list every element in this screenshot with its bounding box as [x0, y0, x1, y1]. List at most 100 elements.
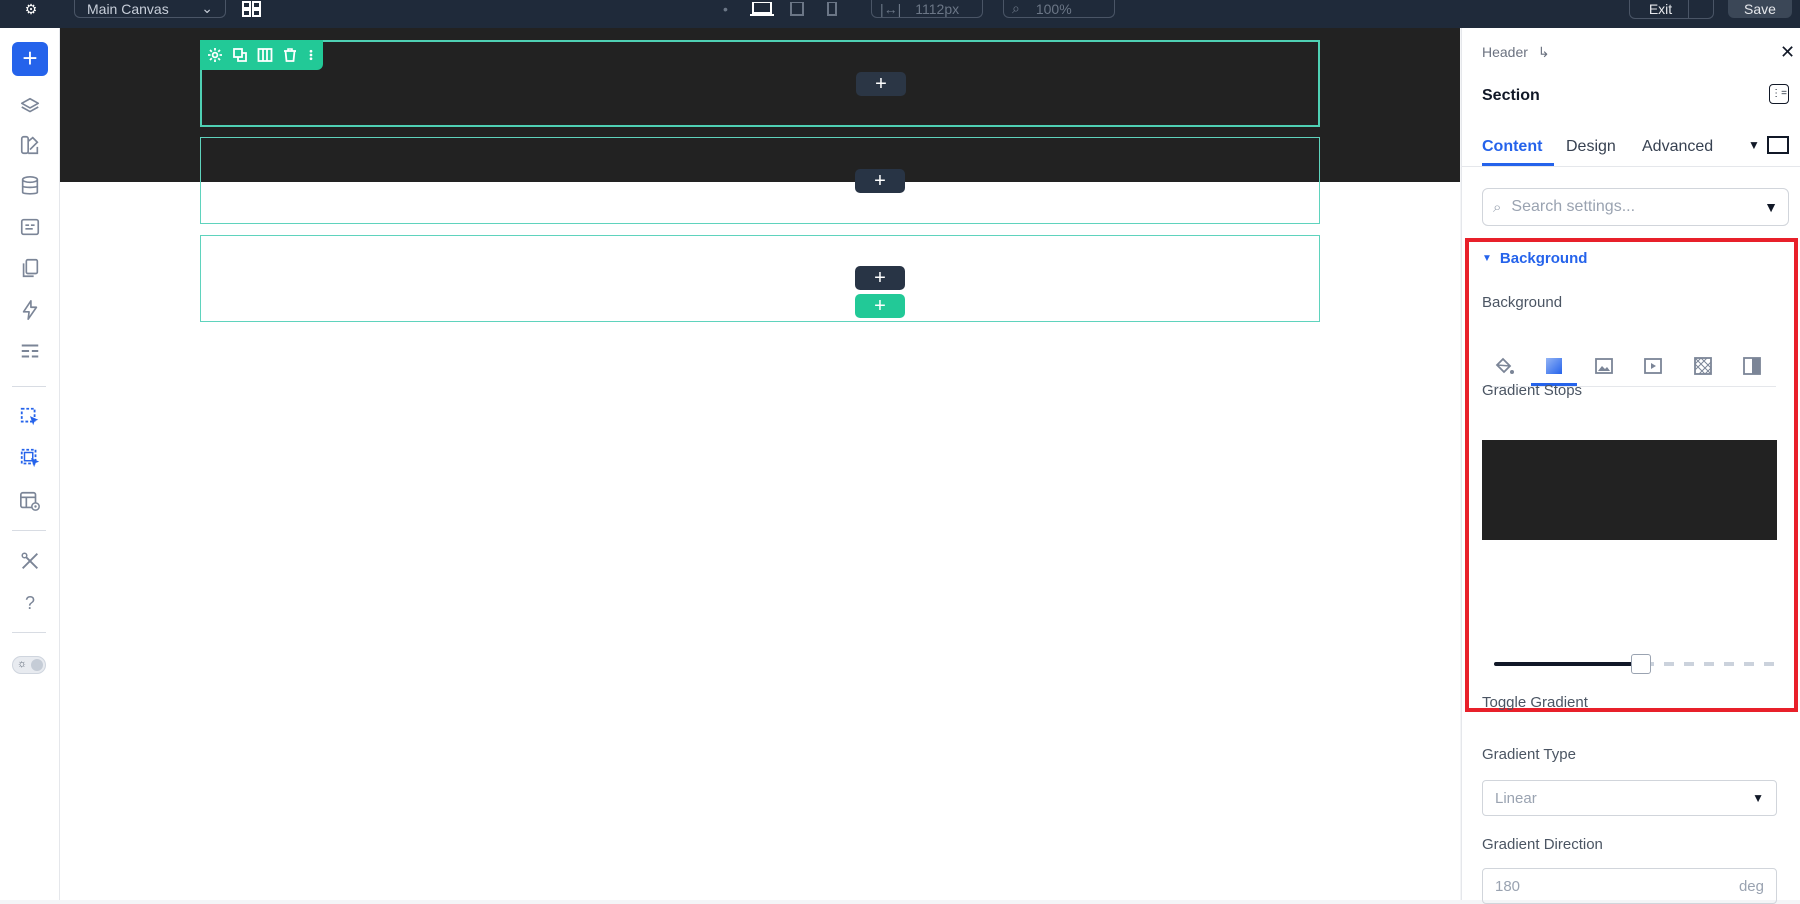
sections-list-icon[interactable]	[17, 338, 43, 364]
gradient-icon[interactable]	[1540, 352, 1568, 380]
desktop-view-icon[interactable]	[750, 0, 774, 18]
left-sidebar: + ? ☼	[0, 28, 60, 900]
canvas-width-input[interactable]: |↔| 1112px	[871, 0, 983, 18]
sidebar-divider	[12, 632, 46, 633]
lightning-icon[interactable]	[17, 297, 43, 323]
exit-button[interactable]: Exit	[1629, 0, 1714, 19]
palette-icon[interactable]	[17, 132, 43, 158]
exit-label: Exit	[1648, 1, 1673, 17]
triangle-down-icon: ▼	[1482, 253, 1492, 264]
gradient-direction-unit: deg	[1738, 877, 1764, 895]
more-vertical-icon[interactable]	[305, 45, 317, 65]
zoom-value: 100%	[1035, 0, 1072, 17]
state-square-icon[interactable]	[1767, 136, 1789, 154]
sidebar-divider	[12, 530, 46, 531]
gradient-direction-input[interactable]: 180 deg	[1482, 868, 1777, 904]
image-icon[interactable]	[1590, 352, 1618, 380]
form-icon[interactable]	[17, 214, 43, 240]
color-fill-icon[interactable]	[1490, 352, 1518, 380]
search-input[interactable]	[1509, 197, 1744, 217]
grid-layout-icon[interactable]	[240, 0, 264, 18]
add-section-button[interactable]: +	[855, 294, 905, 318]
slider-dash	[1744, 662, 1754, 666]
add-block-button[interactable]: +	[855, 266, 905, 290]
panel-tabs: Content Design Advanced ▼	[1462, 126, 1800, 167]
dot-icon: •	[723, 1, 728, 17]
sidebar-divider	[12, 386, 46, 387]
zoom-input[interactable]: ⌕ 100%	[1003, 0, 1115, 18]
section-block[interactable]: +	[200, 137, 1320, 224]
filter-icon[interactable]: ▼	[1764, 199, 1778, 215]
trash-icon[interactable]	[280, 45, 300, 65]
tab-content[interactable]: Content	[1482, 126, 1554, 166]
gradient-preview[interactable]	[1482, 440, 1777, 540]
theme-toggle[interactable]: ☼	[12, 656, 46, 674]
close-icon[interactable]: ✕	[1780, 42, 1795, 63]
background-label: Background	[1482, 294, 1563, 311]
gradient-slider-track[interactable]	[1494, 662, 1635, 666]
slider-dash	[1704, 662, 1714, 666]
background-group-label: Background	[1499, 250, 1588, 267]
canvas-select-value: Main Canvas	[87, 0, 169, 17]
mobile-view-icon[interactable]	[823, 0, 841, 18]
select-container-icon[interactable]	[17, 445, 43, 471]
chevron-down-icon: ⌄	[201, 0, 213, 16]
select-element-icon[interactable]	[17, 404, 43, 430]
tab-design[interactable]: Design	[1566, 126, 1616, 166]
layers-icon[interactable]	[17, 94, 43, 120]
panel-title: Section	[1482, 87, 1540, 104]
zoom-search-icon: ⌕	[1012, 0, 1020, 16]
toggle-gradient-label[interactable]: Toggle Gradient	[1482, 694, 1588, 711]
database-icon[interactable]	[17, 173, 43, 199]
gradient-direction-value: 180	[1495, 877, 1521, 895]
settings-panel: Header ↳ ✕ Section ⋮= Content Design Adv…	[1461, 28, 1800, 904]
template-preview-icon[interactable]	[17, 488, 43, 514]
canvas-width-value: 1112px	[915, 0, 960, 17]
width-arrows-icon: |↔|	[880, 0, 902, 17]
add-block-button[interactable]: +	[855, 169, 905, 193]
section-header-block[interactable]: +	[200, 40, 1320, 127]
save-button[interactable]: Save	[1728, 0, 1792, 18]
pattern-icon[interactable]	[1689, 352, 1717, 380]
exit-divider	[1688, 0, 1689, 18]
add-block-button[interactable]: +	[856, 72, 906, 96]
gear-icon[interactable]	[205, 45, 225, 65]
breadcrumb[interactable]: Header ↳	[1482, 44, 1550, 61]
overlay-icon[interactable]	[1738, 352, 1766, 380]
gradient-slider-handle[interactable]	[1631, 654, 1651, 674]
video-icon[interactable]	[1639, 352, 1667, 380]
breadcrumb-arrow-icon: ↳	[1537, 44, 1550, 60]
section-block[interactable]: + +	[200, 235, 1320, 322]
caret-down-icon: ▼	[1752, 791, 1764, 805]
builder-canvas[interactable]: + + + +	[60, 28, 1460, 900]
gradient-stops-label: Gradient Stops	[1482, 382, 1583, 399]
top-toolbar: ⚙ Main Canvas ⌄ • |↔| 1112px ⌕ 100% Exit…	[0, 0, 1800, 28]
gradient-type-select[interactable]: Linear ▼	[1482, 780, 1777, 816]
tab-advanced[interactable]: Advanced	[1642, 126, 1713, 166]
slider-dash	[1684, 662, 1694, 666]
search-icon: ⌕	[1493, 198, 1502, 216]
settings-gear-icon[interactable]: ⚙	[22, 0, 40, 18]
slider-dash	[1724, 662, 1734, 666]
gradient-type-label: Gradient Type	[1482, 746, 1576, 763]
gradient-direction-label: Gradient Direction	[1482, 836, 1603, 853]
tablet-view-icon[interactable]	[788, 0, 806, 18]
section-toolbar	[200, 40, 323, 70]
canvas-select[interactable]: Main Canvas ⌄	[74, 0, 226, 18]
caret-down-icon[interactable]: ▼	[1748, 138, 1760, 152]
slider-dash	[1764, 662, 1774, 666]
structure-icon[interactable]: ⋮=	[1769, 84, 1789, 104]
sun-icon: ☼	[17, 658, 28, 670]
settings-search: ⌕ ▼	[1482, 188, 1789, 226]
help-icon[interactable]: ?	[17, 590, 43, 616]
duplicate-icon[interactable]	[230, 45, 250, 65]
tools-icon[interactable]	[17, 548, 43, 574]
save-label: Save	[1744, 1, 1776, 17]
breadcrumb-parent: Header	[1482, 44, 1528, 60]
pages-icon[interactable]	[17, 255, 43, 281]
slider-dash	[1664, 662, 1674, 666]
add-element-button[interactable]: +	[12, 42, 48, 76]
gradient-type-value: Linear	[1495, 789, 1537, 807]
columns-icon[interactable]	[255, 45, 275, 65]
background-group-toggle[interactable]: ▼ Background	[1482, 250, 1587, 267]
